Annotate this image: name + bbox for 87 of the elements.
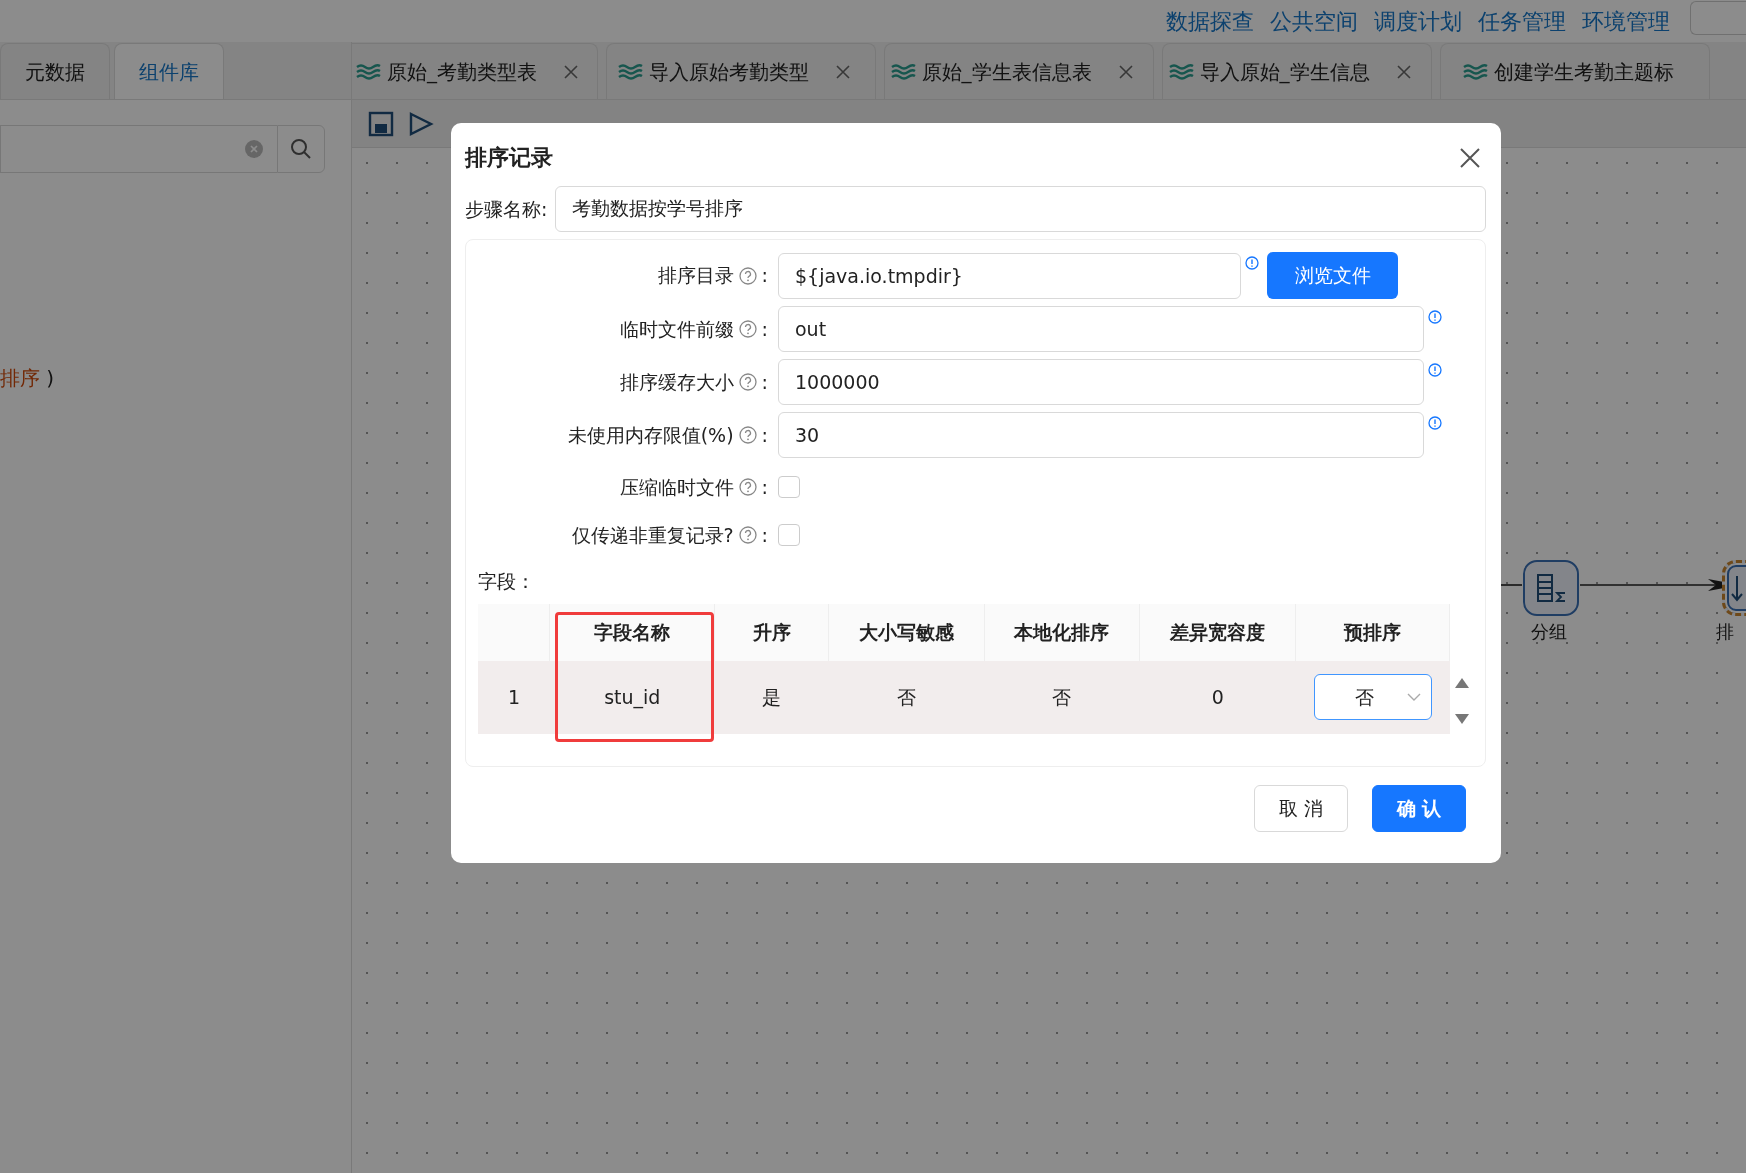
dialog-title: 排序记录 <box>465 144 553 172</box>
help-icon <box>738 373 757 391</box>
scroll-down-icon[interactable] <box>1454 713 1469 724</box>
row-number: 1 <box>478 660 550 734</box>
editor-tab[interactable]: 导入原始_学生信息 <box>1162 43 1432 99</box>
component-label: 排序 ) <box>0 366 55 390</box>
tab-label: 导入原始_学生信息 <box>1199 58 1370 86</box>
select-field[interactable]: 否 <box>1313 674 1432 720</box>
editor-tab[interactable]: 原始_考勤类型表 <box>352 43 598 99</box>
nav-link[interactable]: 任务管理 <box>1478 4 1566 38</box>
column-header: 差异宽容度 <box>1139 603 1296 661</box>
column-header: 字段名称 <box>549 603 715 661</box>
close-icon <box>1459 146 1481 169</box>
colon-text: : <box>761 369 768 395</box>
checkbox[interactable] <box>778 524 800 546</box>
nav-link[interactable]: 数据探查 <box>1166 4 1254 38</box>
tab-label: 原始_考勤类型表 <box>387 58 537 86</box>
node-label: 排 <box>1716 620 1734 644</box>
colon-text: : <box>761 263 768 289</box>
clear-icon[interactable] <box>245 140 263 158</box>
checkbox[interactable] <box>778 476 800 498</box>
text-input[interactable]: ${java.io.tmpdir} <box>778 252 1241 299</box>
step-node[interactable] <box>1523 560 1579 616</box>
node-label: 分组 <box>1531 620 1567 644</box>
aggregate-icon <box>1535 572 1567 604</box>
column-header: 预排序 <box>1295 603 1450 661</box>
play-icon <box>408 110 434 137</box>
nav-link[interactable]: 调度计划 <box>1374 4 1462 38</box>
cancel-button[interactable]: 取 消 <box>1254 784 1348 832</box>
nav-link[interactable]: 环境管理 <box>1582 4 1670 38</box>
search-field[interactable] <box>0 125 277 173</box>
tab-label: 创建学生考勤主题标 <box>1493 58 1674 86</box>
text-input[interactable]: out <box>778 306 1424 352</box>
waves-icon <box>617 63 643 80</box>
tab-label: 导入原始考勤类型 <box>648 58 809 86</box>
save-icon <box>368 110 394 137</box>
field-label: 排序缓存大小 <box>619 369 734 395</box>
help-icon <box>738 526 757 544</box>
waves-icon <box>890 63 916 80</box>
close-icon[interactable] <box>1117 63 1134 80</box>
table-cell: 是 <box>714 660 829 734</box>
column-header: 大小写敏感 <box>828 603 985 661</box>
editor-tab[interactable]: 导入原始考勤类型 <box>606 43 876 99</box>
table-cell: 否 <box>984 660 1140 734</box>
sidebar-tab[interactable]: 元数据 <box>0 43 110 99</box>
field-label: 仅传递非重复记录? <box>571 522 734 548</box>
help-icon <box>738 266 757 285</box>
colon-text: : <box>761 422 768 448</box>
close-button[interactable] <box>1459 145 1481 169</box>
field-label: 未使用内存限值(%) <box>567 422 734 448</box>
table-cell: stu_id <box>549 660 715 734</box>
section-label: 字段： <box>478 569 536 594</box>
close-icon[interactable] <box>834 63 851 80</box>
text-input[interactable]: 1000000 <box>778 359 1424 405</box>
table-cell: 否 <box>828 660 985 734</box>
editor-tab[interactable]: 创建学生考勤主题标 <box>1440 43 1710 99</box>
sort-icon <box>1731 574 1743 602</box>
column-header: 本地化排序 <box>984 603 1140 661</box>
colon-text: : <box>761 316 768 342</box>
confirm-button[interactable]: 确 认 <box>1372 784 1466 832</box>
close-icon[interactable] <box>563 63 579 80</box>
editor-tab[interactable]: 原始_学生表信息表 <box>884 43 1154 99</box>
field-label: 排序目录 <box>657 263 734 289</box>
waves-icon <box>356 63 381 80</box>
chevron-down-icon <box>1406 692 1421 702</box>
scroll-up-icon[interactable] <box>1454 677 1469 688</box>
waves-icon <box>1168 63 1194 80</box>
field-label: 临时文件前缀 <box>619 316 734 342</box>
colon-text: : <box>761 474 768 500</box>
browse-button[interactable]: 浏览文件 <box>1267 252 1398 299</box>
search-button[interactable] <box>277 125 325 173</box>
sidebar-tab[interactable]: 组件库 <box>114 43 224 99</box>
field-label: 步骤名称: <box>465 196 548 222</box>
colon-text: : <box>761 522 768 548</box>
help-icon <box>738 320 757 338</box>
table-cell: 0 <box>1139 660 1296 734</box>
tab-label: 原始_学生表信息表 <box>921 58 1092 86</box>
waves-icon <box>1462 63 1488 80</box>
help-icon <box>738 478 757 496</box>
text-input[interactable]: 30 <box>778 412 1424 458</box>
column-header: 升序 <box>714 603 829 661</box>
step-name-input[interactable]: 考勤数据按学号排序 <box>555 186 1486 232</box>
search-icon <box>290 138 312 160</box>
close-icon[interactable] <box>1395 63 1412 80</box>
nav-link[interactable]: 公共空间 <box>1270 4 1358 38</box>
help-icon <box>738 426 757 444</box>
field-label: 压缩临时文件 <box>619 474 734 500</box>
